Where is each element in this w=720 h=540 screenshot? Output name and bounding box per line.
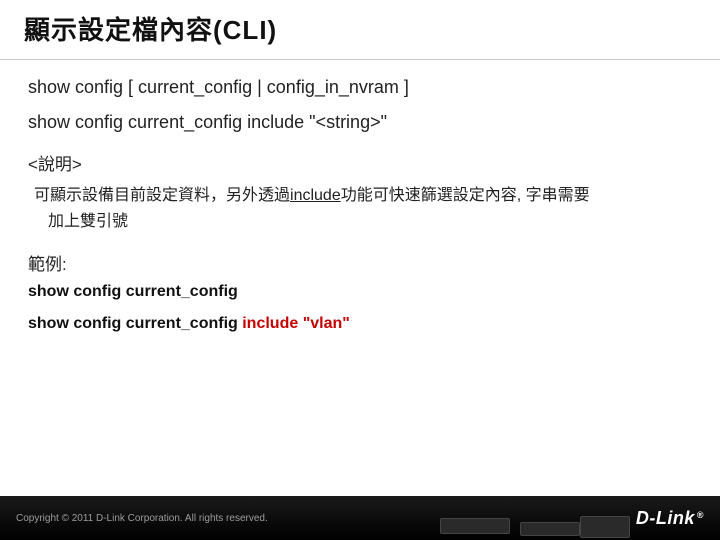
slide-title: 顯示設定檔內容(CLI) xyxy=(24,10,696,47)
logo-text: D-Link xyxy=(636,508,695,529)
example-2-highlight: include "vlan" xyxy=(242,315,350,332)
desc-prefix: 可顯示設備目前設定資料，另外透過 xyxy=(34,187,290,204)
dlink-logo: D-Link® xyxy=(636,508,704,529)
desc-suffix: 功能可快速篩選設定內容, 字串需要 xyxy=(341,187,590,204)
desc-underlined: include xyxy=(290,187,341,204)
title-bar: 顯示設定檔內容(CLI) xyxy=(0,0,720,60)
example-2: show config current_config include "vlan… xyxy=(28,315,692,333)
example-1: show config current_config xyxy=(28,283,692,301)
section-label-description: <說明> xyxy=(28,150,692,175)
syntax-line-2: show config current_config include "<str… xyxy=(28,109,692,136)
footer-bar: Copyright © 2011 D-Link Corporation. All… xyxy=(0,496,720,540)
example-2-prefix: show config current_config xyxy=(28,315,242,332)
footer-decoration xyxy=(410,496,630,540)
slide: 顯示設定檔內容(CLI) show config [ current_confi… xyxy=(0,0,720,540)
syntax-line-1: show config [ current_config | config_in… xyxy=(28,74,692,101)
content-area: show config [ current_config | config_in… xyxy=(0,60,720,540)
description-text: 可顯示設備目前設定資料，另外透過include功能可快速篩選設定內容, 字串需要… xyxy=(34,183,692,234)
example-label: 範例: xyxy=(28,250,692,275)
desc-line2: 加上雙引號 xyxy=(48,209,692,235)
copyright-text: Copyright © 2011 D-Link Corporation. All… xyxy=(16,513,268,524)
logo-registered-icon: ® xyxy=(697,510,704,520)
